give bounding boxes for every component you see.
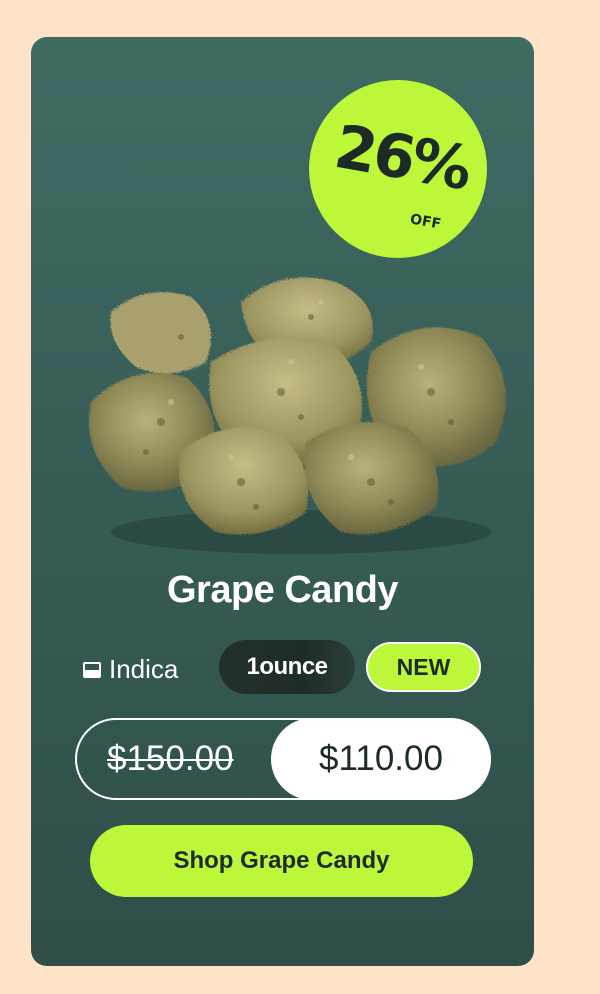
size-pill: 1ounce xyxy=(219,640,355,694)
strain-type-label: Indica xyxy=(109,654,179,684)
discount-percent: 26% xyxy=(329,111,475,205)
price-box: $150.00 $110.00 xyxy=(75,718,491,800)
discount-off-label: OFF xyxy=(408,211,443,233)
product-title: Grape Candy xyxy=(166,569,399,611)
product-card: 26% OFF Grape Candy Indica 1ounce NEW $1… xyxy=(31,37,534,966)
shop-button[interactable]: Shop Grape Candy xyxy=(90,825,473,897)
indica-icon xyxy=(83,661,101,678)
cannabis-buds-image xyxy=(89,277,506,554)
strain-type: Indica xyxy=(83,654,178,685)
sale-price: $110.00 xyxy=(271,718,491,800)
original-price: $150.00 xyxy=(107,739,234,778)
product-tags: Indica 1ounce NEW xyxy=(31,640,534,694)
discount-badge: 26% OFF xyxy=(309,80,487,258)
new-badge: NEW xyxy=(366,642,481,692)
